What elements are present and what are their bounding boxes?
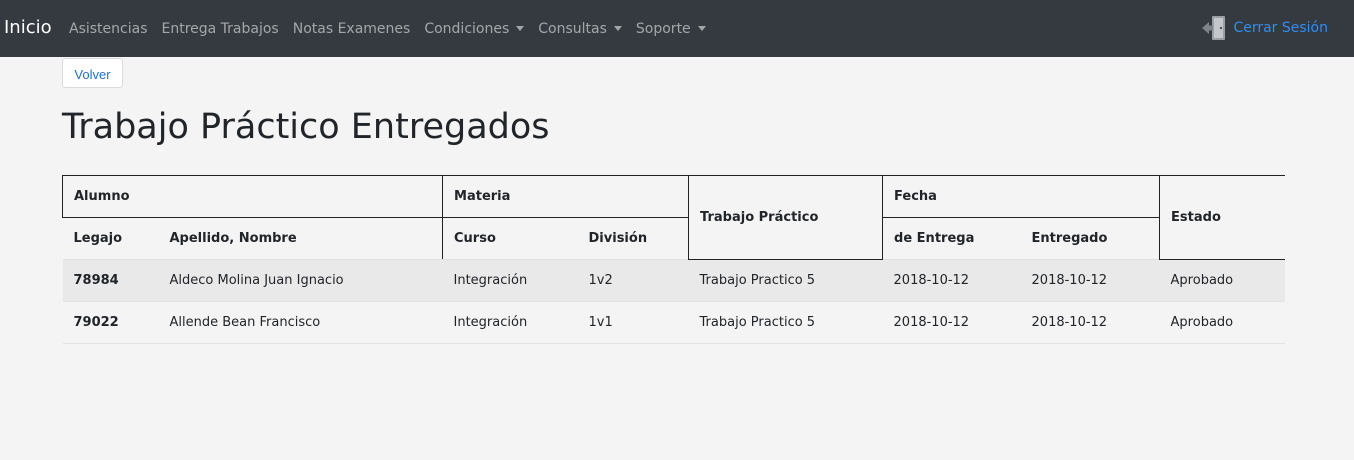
- nav-dropdown-condiciones[interactable]: Condiciones: [417, 21, 531, 37]
- cell-legajo: 78984: [62, 259, 159, 302]
- brand-link[interactable]: Inicio: [4, 16, 52, 40]
- nav-item-label: Asistencias: [69, 20, 148, 37]
- cell-legajo: 79022: [62, 301, 159, 344]
- caret-down-icon: [516, 26, 525, 31]
- cell-entregado: 2018-10-12: [1020, 301, 1160, 344]
- nav-item-asistencias[interactable]: Asistencias: [62, 21, 155, 37]
- cell-trabajo: Trabajo Practico 5: [688, 301, 883, 344]
- group-header-alumno: Alumno: [61, 175, 444, 218]
- nav-dropdown-soporte[interactable]: Soporte: [629, 21, 713, 37]
- nav-item-notas-examenes[interactable]: Notas Examenes: [286, 21, 418, 37]
- table-row: 79022 Allende Bean Francisco Integración…: [62, 301, 1285, 344]
- nav-item-label: Consultas: [538, 20, 607, 37]
- table-column-header: Legajo Apellido, Nombre Curso División d…: [62, 217, 1285, 260]
- deliveries-table: Alumno Materia Trabajo Práctico Fecha Es…: [61, 175, 1285, 344]
- column-header-entregado: Entregado: [1020, 217, 1161, 260]
- cell-division: 1v2: [577, 259, 689, 302]
- column-header-legajo: Legajo: [62, 217, 159, 260]
- nav-dropdown-consultas[interactable]: Consultas: [531, 21, 629, 37]
- cell-nombre: Aldeco Molina Juan Ignacio: [158, 259, 443, 302]
- logout-link[interactable]: Cerrar Sesión: [1201, 14, 1328, 42]
- caret-down-icon: [697, 26, 706, 31]
- door-exit-icon: [1202, 16, 1226, 40]
- cell-trabajo: Trabajo Practico 5: [688, 259, 883, 302]
- top-navbar: Inicio Asistencias Entrega Trabajos Nota…: [0, 0, 1354, 57]
- page-title: Trabajo Práctico Entregados: [62, 107, 550, 147]
- group-header-fecha: Fecha: [882, 175, 1161, 218]
- column-header-entrega: de Entrega: [882, 217, 1021, 260]
- nav-item-label: Soporte: [635, 20, 691, 37]
- table-group-header: Alumno Materia Trabajo Práctico Fecha Es…: [61, 175, 1285, 260]
- cell-nombre: Allende Bean Francisco: [158, 301, 443, 344]
- nav-item-label: Condiciones: [424, 20, 510, 37]
- nav-item-label: Entrega Trabajos: [161, 20, 279, 37]
- column-header-nombre: Apellido, Nombre: [158, 217, 444, 260]
- cell-estado: Aprobado: [1159, 301, 1285, 344]
- nav-item-entrega-trabajos[interactable]: Entrega Trabajos: [155, 21, 286, 37]
- back-button[interactable]: Volver: [62, 58, 123, 88]
- nav-menu: Asistencias Entrega Trabajos Notas Exame…: [62, 0, 713, 57]
- group-header-materia: Materia: [442, 175, 690, 218]
- cell-entrega: 2018-10-12: [882, 301, 1021, 344]
- cell-curso: Integración: [442, 301, 578, 344]
- cell-estado: Aprobado: [1159, 259, 1285, 302]
- logout-label: Cerrar Sesión: [1233, 20, 1328, 36]
- cell-division: 1v1: [577, 301, 689, 344]
- column-header-estado: Estado: [1159, 175, 1285, 260]
- nav-item-label: Notas Examenes: [292, 20, 411, 37]
- table-row: 78984 Aldeco Molina Juan Ignacio Integra…: [62, 259, 1285, 302]
- cell-curso: Integración: [442, 259, 578, 302]
- column-header-division: División: [577, 217, 690, 260]
- column-header-trabajo: Trabajo Práctico: [688, 175, 884, 260]
- cell-entregado: 2018-10-12: [1020, 259, 1160, 302]
- caret-down-icon: [613, 26, 622, 31]
- cell-entrega: 2018-10-12: [882, 259, 1021, 302]
- column-header-curso: Curso: [442, 217, 578, 260]
